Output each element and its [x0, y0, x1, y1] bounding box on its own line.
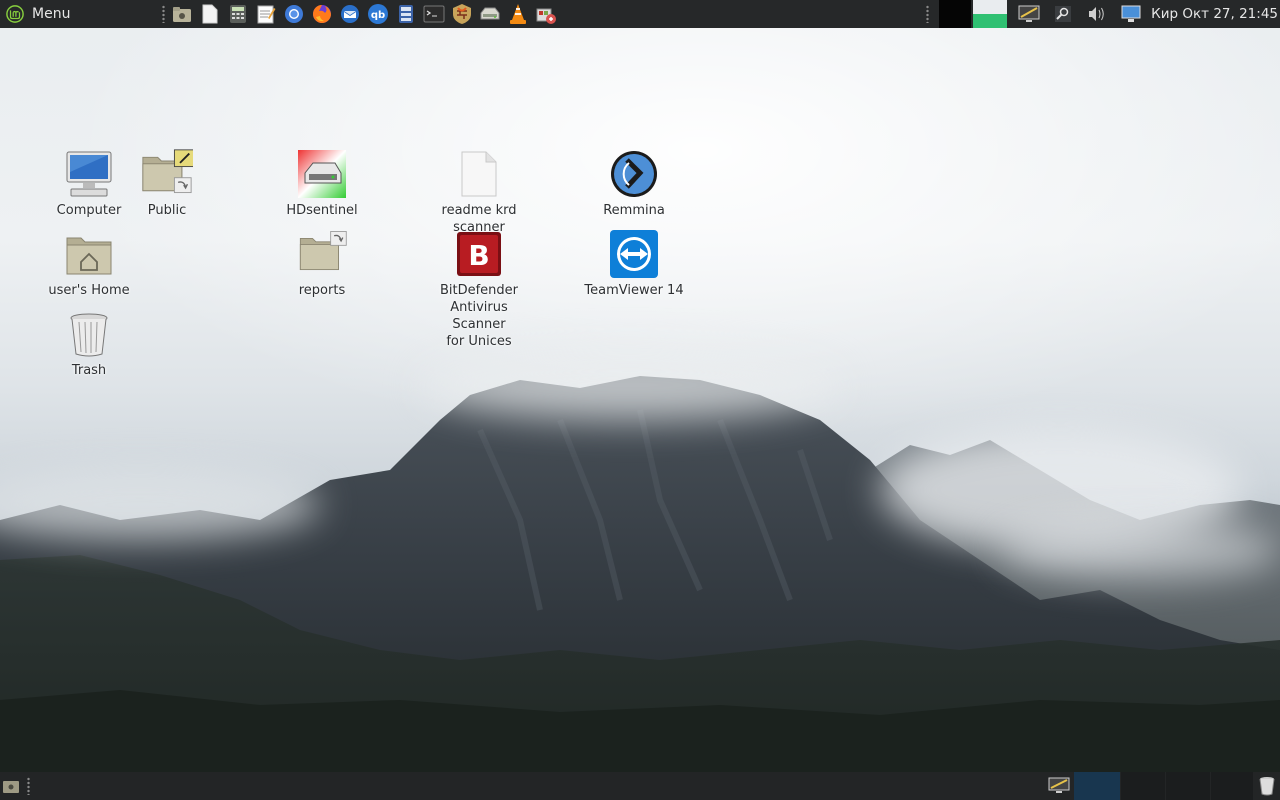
volume-tray-button[interactable] [1083, 0, 1111, 28]
svg-text:B: B [468, 239, 489, 272]
mail-launcher[interactable] [339, 3, 361, 25]
bitdefender-icon: B [453, 228, 505, 280]
file-roller-launcher[interactable] [395, 3, 417, 25]
panel-clock[interactable]: Кир Окт 27, 21:45 [1151, 6, 1278, 22]
workspace-switcher-2[interactable] [1121, 772, 1165, 800]
desktop-icon-teamviewer[interactable]: TeamViewer 14 [579, 228, 689, 299]
desktop-icon-label: HDsentinel [286, 203, 358, 218]
folder-shared-icon [141, 148, 193, 200]
linux-mint-icon [6, 5, 24, 23]
volume-icon [1089, 7, 1104, 21]
mist [1000, 520, 1280, 580]
menu-label: Menu [32, 6, 71, 22]
system-tray: Кир Окт 27, 21:45 [920, 0, 1280, 28]
folder-camera-icon [173, 7, 192, 22]
desktop-icon-label: TeamViewer 14 [584, 283, 684, 298]
desktop-icon-bitdefender[interactable]: B BitDefender Antivirus Scanner for Unic… [424, 228, 534, 350]
vlc-launcher[interactable] [507, 3, 529, 25]
top-panel: Menu qb Кир Окт 27, 21:45 [0, 0, 1280, 28]
trash-applet[interactable] [1254, 772, 1280, 800]
desktop-icon-readme-krd-scanner[interactable]: readme krd scanner [424, 148, 534, 236]
terminal-launcher[interactable] [423, 3, 445, 25]
calculator-launcher[interactable] [227, 3, 249, 25]
desktop-icon-label: user's Home [48, 283, 130, 298]
firefox-icon [313, 5, 332, 23]
desktop-icon-label: Public [147, 203, 187, 218]
menu-button[interactable]: Menu [0, 0, 78, 28]
folder-camera-icon [3, 781, 19, 793]
remmina-icon [608, 148, 660, 200]
desktop-icon-label: Trash [71, 363, 107, 378]
firefox-launcher[interactable] [311, 3, 333, 25]
panel-drag-handle[interactable] [926, 5, 930, 23]
desktop-icon-trash[interactable]: Trash [34, 308, 144, 379]
folder-link-icon [296, 228, 348, 280]
desktop-icon-label: reports [298, 283, 346, 298]
firewall-icon [453, 4, 472, 24]
workspace-1[interactable] [939, 0, 972, 28]
panel-launchers: qb [171, 3, 557, 25]
vlc-cone-icon [510, 4, 527, 24]
text-file-launcher[interactable] [199, 3, 221, 25]
show-desktop-button[interactable] [0, 772, 22, 800]
terminal-icon [423, 5, 445, 23]
desktop-background[interactable] [0, 0, 1280, 800]
teamviewer-icon [608, 228, 660, 280]
display-tray-button[interactable] [1117, 0, 1145, 28]
desktop-icon-public[interactable]: Public [112, 148, 222, 219]
disk-launcher[interactable] [479, 3, 501, 25]
svg-text:qb: qb [371, 10, 385, 21]
bottom-network-icon[interactable] [1046, 772, 1072, 800]
trash-icon [1259, 777, 1275, 796]
bottom-panel [0, 772, 1280, 800]
workspace-switcher-1[interactable] [1074, 772, 1120, 800]
mist [420, 350, 840, 420]
trash-icon [63, 308, 115, 360]
qbittorrent-launcher[interactable]: qb [367, 3, 389, 25]
label-line: BitDefender [439, 283, 519, 298]
mail-icon [341, 5, 360, 23]
archive-icon [399, 5, 414, 23]
file-manager-launcher[interactable] [171, 3, 193, 25]
text-editor-launcher[interactable] [255, 3, 277, 25]
desktop-icon-reports[interactable]: reports [267, 228, 377, 299]
computer-icon [63, 148, 115, 200]
hdsentinel-icon [296, 148, 348, 200]
search-tray-button[interactable] [1049, 0, 1077, 28]
monitor-network-icon [1018, 5, 1040, 22]
computer-monitor-icon [1121, 5, 1141, 22]
workspace-switcher-3[interactable] [1166, 772, 1210, 800]
search-icon [1055, 6, 1072, 22]
label-line: Antivirus Scanner [450, 300, 508, 332]
network-tray-button[interactable] [1015, 0, 1043, 28]
chromium-launcher[interactable] [283, 3, 305, 25]
desktop-icon-label: Remmina [603, 203, 665, 218]
panel-drag-handle[interactable] [162, 5, 166, 23]
monitor-network-icon [1048, 777, 1070, 793]
calculator-icon [230, 5, 247, 23]
document-icon [202, 4, 218, 24]
workspace-switcher-4[interactable] [1211, 772, 1253, 800]
text-file-icon [453, 148, 505, 200]
home-folder-icon [63, 228, 115, 280]
chromium-icon [285, 5, 304, 23]
handle-dots [26, 777, 30, 795]
workspace-2[interactable] [973, 0, 1008, 28]
software-icon [536, 8, 557, 24]
gufw-launcher[interactable] [451, 3, 473, 25]
qbittorrent-icon: qb [368, 4, 389, 24]
disk-icon [480, 7, 500, 20]
desktop-icon-hdsentinel[interactable]: HDsentinel [267, 148, 377, 219]
panel-drag-handle[interactable] [24, 772, 32, 800]
notepad-icon [257, 5, 276, 24]
desktop-icon-label: BitDefender Antivirus Scanner for Unices [424, 282, 534, 350]
desktop-icon-remmina[interactable]: Remmina [579, 148, 689, 219]
desktop-icon-home[interactable]: user's Home [34, 228, 144, 299]
label-line: for Unices [446, 334, 512, 349]
software-manager-launcher[interactable] [535, 3, 557, 25]
